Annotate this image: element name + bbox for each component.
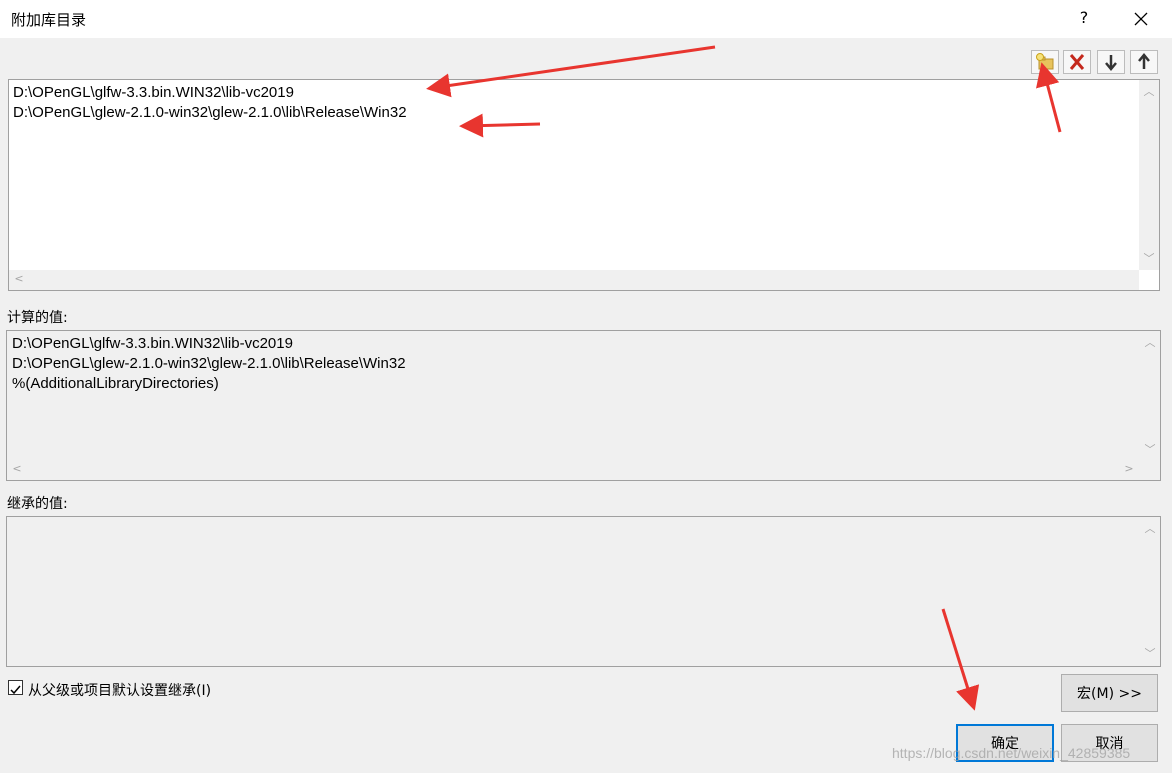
- help-button[interactable]: ?: [1076, 8, 1092, 27]
- evaluated-value-box: D:\OPenGL\glfw-3.3.bin.WIN32\lib-vc2019 …: [6, 330, 1161, 481]
- inherited-label: 继承的值:: [7, 496, 68, 512]
- dialog-title: 附加库目录: [11, 11, 87, 29]
- evaluated-line: %(AdditionalLibraryDirectories): [12, 375, 219, 392]
- directory-list[interactable]: D:\OPenGL\glfw-3.3.bin.WIN32\lib-vc2019 …: [8, 79, 1160, 291]
- title-bar: [0, 0, 1172, 38]
- vertical-scrollbar[interactable]: ︿ ﹀: [1140, 517, 1160, 666]
- evaluated-line: D:\OPenGL\glew-2.1.0-win32\glew-2.1.0\li…: [12, 355, 406, 372]
- horizontal-scrollbar[interactable]: < >: [7, 460, 1140, 480]
- move-down-button[interactable]: [1097, 50, 1125, 74]
- checkmark-icon: [10, 685, 21, 695]
- vertical-scrollbar[interactable]: ︿ ﹀: [1140, 331, 1160, 460]
- scroll-up-icon[interactable]: ︿: [1139, 83, 1159, 99]
- macro-button[interactable]: 宏(M) >>: [1061, 674, 1158, 712]
- inherited-value-box: ︿ ﹀: [6, 516, 1161, 667]
- new-line-button[interactable]: [1031, 50, 1059, 74]
- delete-line-button[interactable]: [1063, 50, 1091, 74]
- list-item[interactable]: D:\OPenGL\glew-2.1.0-win32\glew-2.1.0\li…: [13, 103, 407, 123]
- scroll-left-icon[interactable]: <: [7, 462, 27, 475]
- list-item[interactable]: D:\OPenGL\glfw-3.3.bin.WIN32\lib-vc2019: [13, 83, 294, 103]
- scroll-right-icon[interactable]: >: [1119, 462, 1139, 475]
- arrow-down-icon: [1105, 55, 1117, 71]
- scroll-left-icon[interactable]: <: [9, 272, 29, 285]
- horizontal-scrollbar[interactable]: <: [9, 270, 1139, 290]
- scroll-down-icon[interactable]: ﹀: [1140, 441, 1160, 457]
- scroll-up-icon[interactable]: ︿: [1140, 520, 1160, 536]
- close-button[interactable]: [1128, 6, 1154, 32]
- delete-x-icon: [1069, 54, 1085, 70]
- evaluated-label: 计算的值:: [7, 310, 68, 326]
- watermark: https://blog.csdn.net/weixin_42859385: [892, 745, 1131, 761]
- arrow-up-icon: [1138, 53, 1150, 69]
- inherit-checkbox[interactable]: [8, 680, 23, 695]
- scroll-down-icon[interactable]: ﹀: [1140, 645, 1160, 661]
- close-icon: [1134, 12, 1148, 26]
- inherit-checkbox-label[interactable]: 从父级或项目默认设置继承(I): [28, 680, 211, 700]
- move-up-button[interactable]: [1130, 50, 1158, 74]
- scroll-down-icon[interactable]: ﹀: [1139, 250, 1159, 266]
- evaluated-line: D:\OPenGL\glfw-3.3.bin.WIN32\lib-vc2019: [12, 335, 293, 352]
- vertical-scrollbar[interactable]: ︿ ﹀: [1139, 80, 1159, 270]
- scroll-up-icon[interactable]: ︿: [1140, 334, 1160, 350]
- new-folder-icon: [1036, 53, 1054, 70]
